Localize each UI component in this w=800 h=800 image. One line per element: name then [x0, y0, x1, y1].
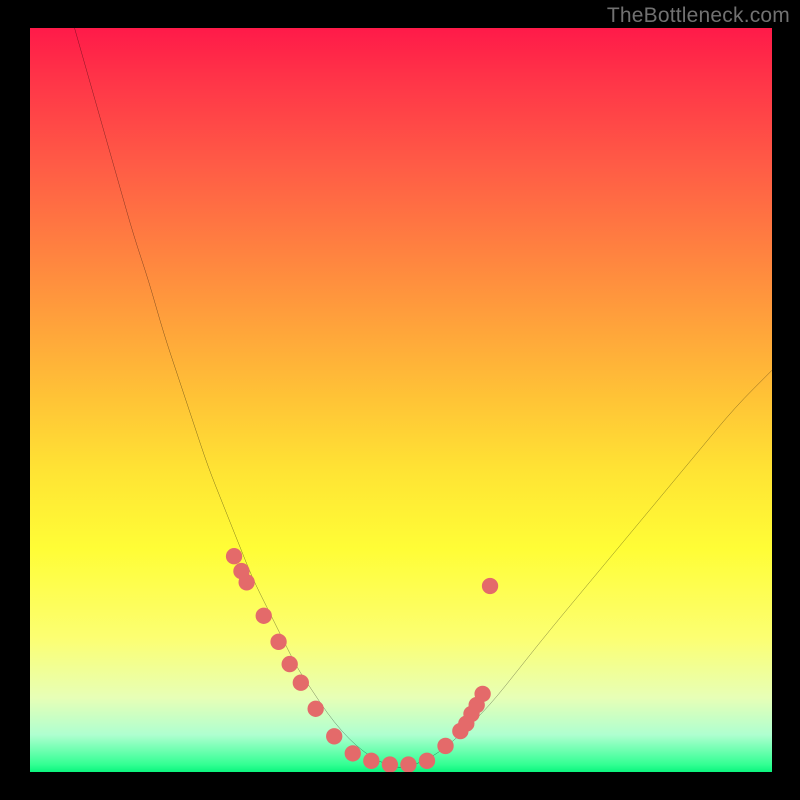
chart-svg [30, 28, 772, 772]
marker-dot [293, 675, 309, 691]
marker-dot [326, 728, 342, 744]
marker-dot [382, 756, 398, 772]
marker-dot [256, 608, 272, 624]
marker-dot [419, 753, 435, 769]
marker-dot [282, 656, 298, 672]
marker-dot [400, 756, 416, 772]
curve-group [75, 28, 772, 767]
plot-area [30, 28, 772, 772]
marker-dot [239, 574, 255, 590]
bottleneck-curve [75, 28, 772, 767]
marker-dot [226, 548, 242, 564]
marker-dot [363, 753, 379, 769]
highlight-markers [226, 548, 498, 772]
marker-dot [345, 745, 361, 761]
marker-dot [474, 686, 490, 702]
marker-dot [270, 634, 286, 650]
watermark-text: TheBottleneck.com [607, 4, 790, 28]
marker-dot [437, 738, 453, 754]
marker-dot [308, 701, 324, 717]
chart-frame: TheBottleneck.com [0, 0, 800, 800]
marker-dot [482, 578, 498, 594]
